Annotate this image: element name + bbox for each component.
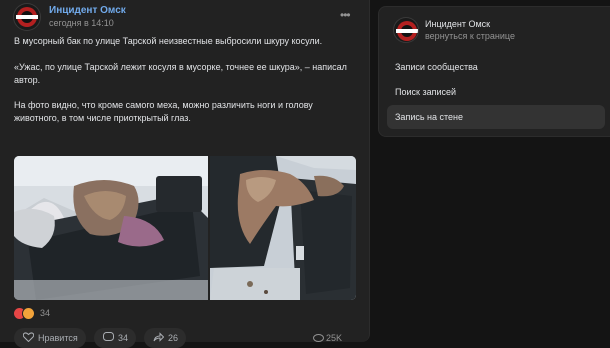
more-icon[interactable]: ••• [340, 8, 351, 22]
like-icon [23, 332, 34, 342]
photo-1[interactable] [14, 156, 208, 300]
photo-2[interactable] [210, 156, 356, 300]
post-paragraph: животного, в том числе приоткрытый глаз. [14, 112, 191, 123]
menu-item-label: Запись на стене [395, 112, 464, 122]
reactions-count: 34 [40, 308, 51, 318]
post-time[interactable]: сегодня в 14:10 [49, 18, 114, 28]
panel-group-name[interactable]: Инцидент Омск [425, 19, 490, 29]
group-avatar[interactable] [14, 4, 40, 30]
post-group-name[interactable]: Инцидент Омск [49, 5, 126, 16]
eye-icon [313, 334, 324, 342]
post-photos[interactable] [14, 156, 356, 300]
share-button[interactable]: 26 [144, 328, 186, 348]
post-paragraph: «Ужас, по улице Тарской лежит косуля в м… [14, 62, 347, 72]
back-to-page-link[interactable]: вернуться к странице [425, 31, 515, 41]
menu-item-community-posts[interactable]: Записи сообщества [387, 55, 605, 79]
post-paragraph: На фото видно, что кроме самого меха, мо… [14, 100, 313, 110]
panel-group-avatar[interactable] [394, 18, 418, 42]
comment-button[interactable]: 34 [94, 328, 136, 348]
menu-item-wall-post[interactable]: Запись на стене [387, 105, 605, 129]
post-paragraph: автор. [14, 74, 41, 85]
comment-icon [103, 332, 114, 341]
sad-icon [23, 308, 34, 319]
menu-item-label: Записи сообщества [395, 62, 478, 72]
menu-item-search-posts[interactable]: Поиск записей [387, 80, 605, 104]
menu-item-label: Поиск записей [395, 87, 457, 97]
post-paragraph: В мусорный бак по улице Тарской неизвест… [14, 36, 323, 46]
post-card: Инцидент Омск сегодня в 14:10 ••• В мусо… [0, 0, 370, 348]
community-panel: Инцидент Омск вернуться к странице Запис… [378, 6, 610, 137]
share-icon [153, 332, 164, 342]
like-button[interactable]: Нравится [14, 328, 86, 348]
